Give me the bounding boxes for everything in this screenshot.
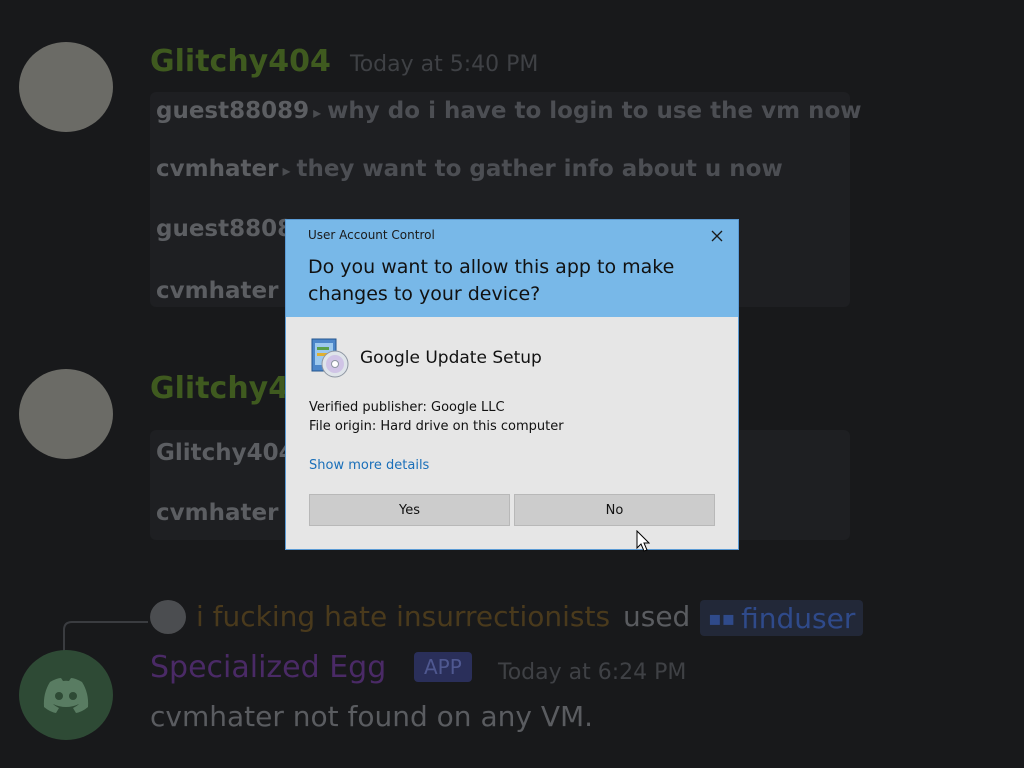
message-username[interactable]: Glitchy4 xyxy=(150,371,289,406)
discord-logo-icon xyxy=(43,678,89,713)
chat-log-line: Glitchy404 xyxy=(156,440,295,466)
reply-avatar[interactable] xyxy=(150,600,186,634)
chat-log-line: guest88089 ▸ why do i have to login to use… xyxy=(156,98,862,124)
app-name: Google Update Setup xyxy=(360,348,542,368)
avatar[interactable] xyxy=(19,650,113,740)
close-icon xyxy=(711,230,723,242)
message-timestamp: Today at 6:24 PM xyxy=(498,660,687,685)
yes-button[interactable]: Yes xyxy=(309,494,510,526)
avatar[interactable] xyxy=(19,369,113,459)
reply-used-text: used xyxy=(623,600,691,633)
chat-log-line: guest8808 xyxy=(156,216,294,242)
command-name: finduser xyxy=(741,601,856,635)
bot-message-text: cvmhater not found on any VM. xyxy=(150,700,594,733)
chat-log-line: cvmhater xyxy=(156,278,279,304)
file-origin-text: File origin: Hard drive on this computer xyxy=(309,419,564,434)
reply-author[interactable]: i fucking hate insurrectionists xyxy=(196,600,610,633)
mouse-cursor-icon xyxy=(636,530,650,552)
uac-dialog: User Account Control Do you want to allo… xyxy=(285,219,739,550)
app-badge: APP xyxy=(414,652,472,682)
chat-log-line: cvmhater xyxy=(156,500,279,526)
slash-command-chip[interactable]: ▪▪ finduser xyxy=(700,600,864,636)
installer-disc-icon xyxy=(311,338,349,378)
chat-log-line: cvmhater ▸ they want to gather info about … xyxy=(156,156,783,182)
close-button[interactable] xyxy=(700,225,734,247)
uac-header: User Account Control Do you want to allo… xyxy=(286,220,738,317)
dialog-caption: User Account Control xyxy=(308,228,435,242)
command-icon: ▪▪ xyxy=(708,606,736,630)
bot-username[interactable]: Specialized Egg xyxy=(150,650,386,685)
message-timestamp: Today at 5:40 PM xyxy=(350,52,539,77)
show-more-details-link[interactable]: Show more details xyxy=(309,458,429,473)
message-username[interactable]: Glitchy404 xyxy=(150,44,331,79)
avatar[interactable] xyxy=(19,42,113,132)
no-button[interactable]: No xyxy=(514,494,715,526)
uac-question: Do you want to allow this app to make ch… xyxy=(308,256,675,305)
publisher-text: Verified publisher: Google LLC xyxy=(309,400,505,415)
